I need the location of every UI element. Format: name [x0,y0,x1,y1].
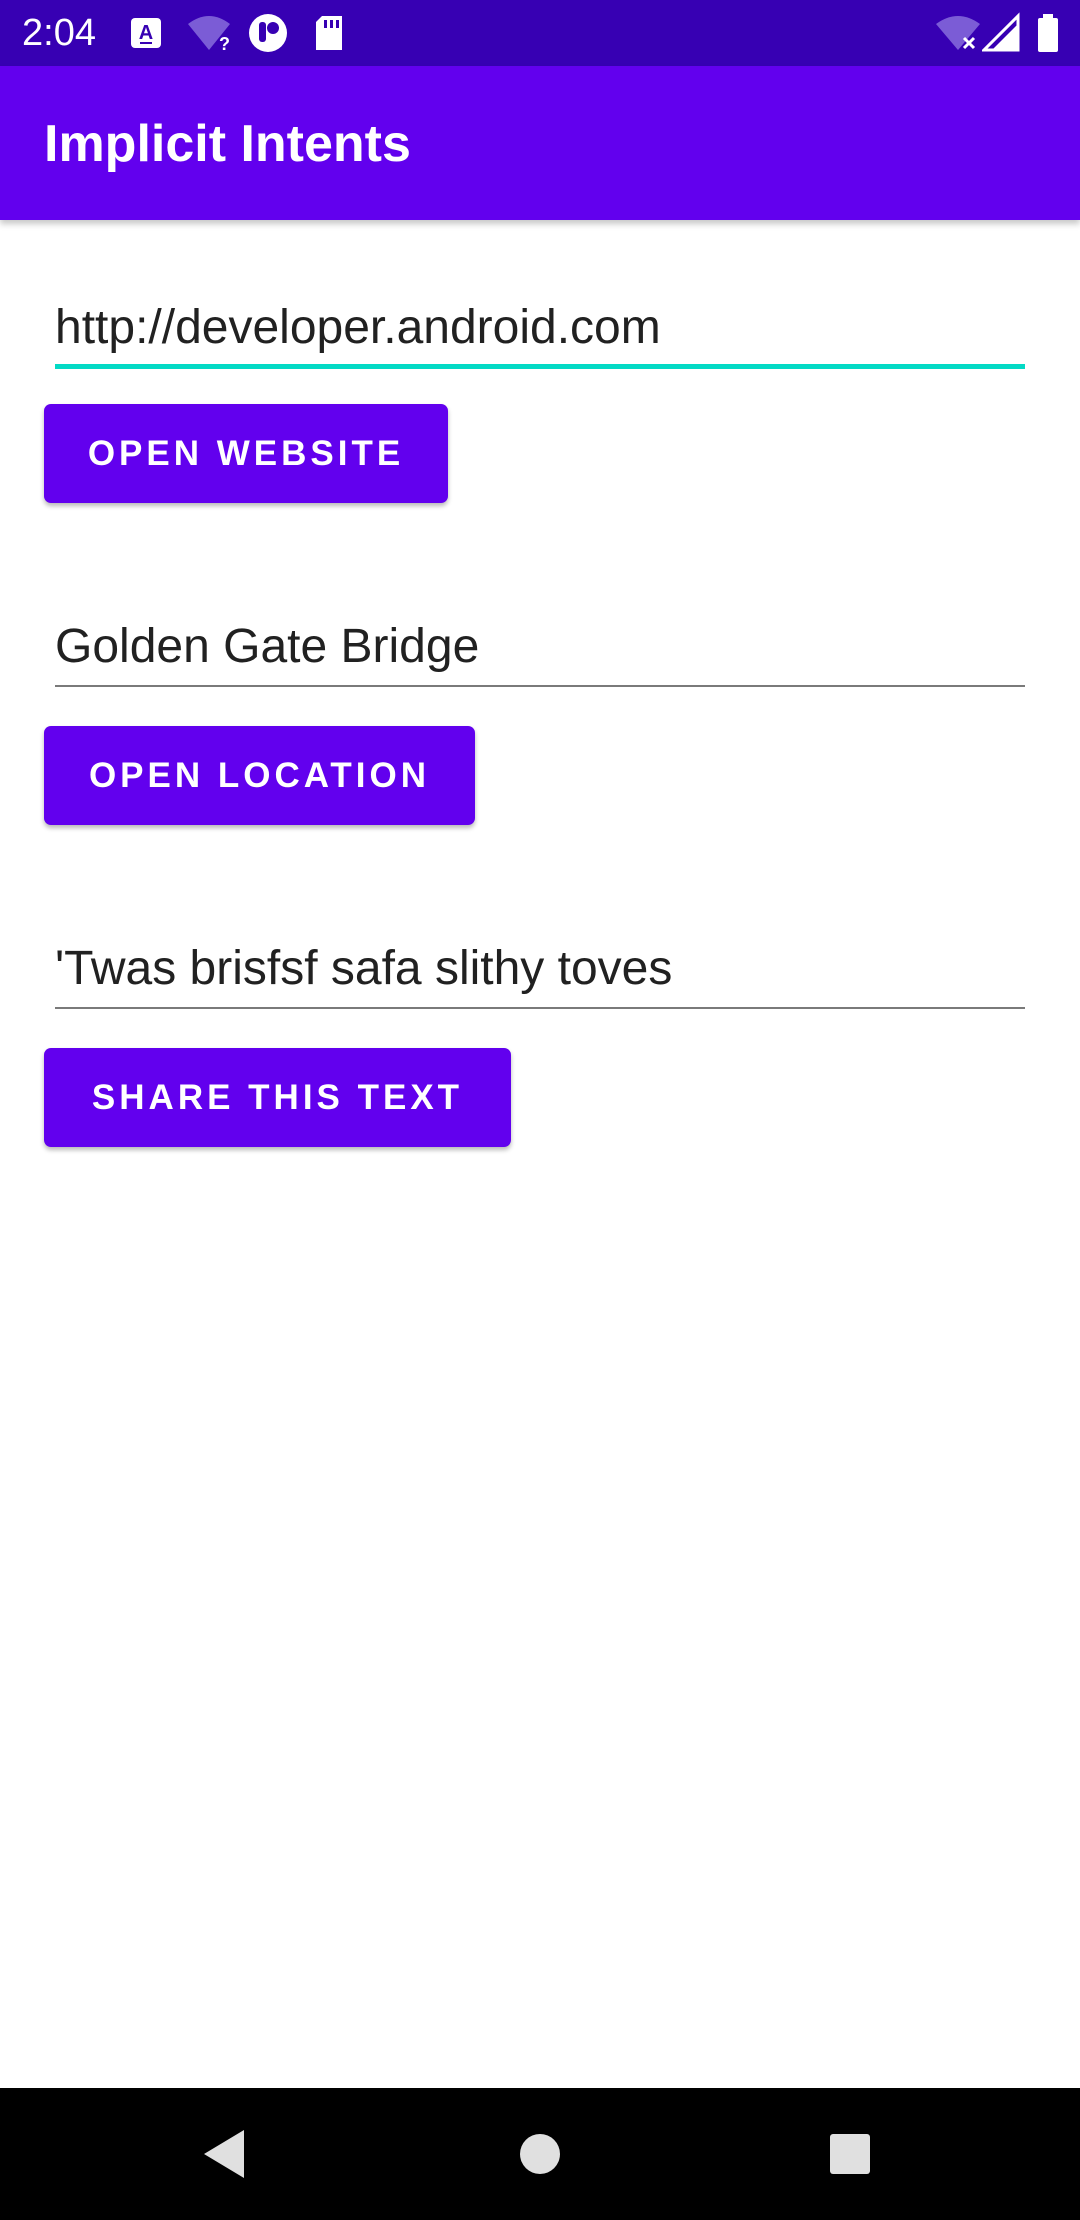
website-input-underline [55,364,1025,369]
share-text-button[interactable]: SHARE THIS TEXT [44,1048,511,1147]
wifi-question-icon: ? [188,16,230,54]
navigation-bar [0,2088,1080,2220]
svg-text:?: ? [219,34,230,54]
recents-icon[interactable] [814,2118,886,2190]
status-time: 2:04 [22,12,96,54]
wifi-off-icon [936,16,980,50]
back-icon[interactable] [190,2118,262,2190]
share-text: 'Twas brisfsf safa slithy toves [55,942,673,995]
location-input[interactable]: Golden Gate Bridge [55,617,1025,687]
location-text: Golden Gate Bridge [55,620,480,673]
website-url-text: http://developer.android.com [55,301,661,354]
sd-card-icon [316,16,342,50]
home-icon[interactable] [504,2118,576,2190]
share-input-underline [55,1007,1025,1009]
location-input-underline [55,685,1025,687]
battery-icon [1038,14,1058,52]
app-title: Implicit Intents [44,115,411,173]
app-bar: Implicit Intents [0,66,1080,220]
notification-app-icon [249,14,287,52]
status-bar: 2:04 A ? [0,0,1080,66]
open-location-button[interactable]: OPEN LOCATION [44,726,475,825]
cell-signal-icon [982,12,1020,52]
svg-text:A: A [139,22,153,44]
open-website-button[interactable]: OPEN WEBSITE [44,404,448,503]
website-url-input[interactable]: http://developer.android.com [55,298,1025,369]
share-text-input[interactable]: 'Twas brisfsf safa slithy toves [55,939,1025,1009]
keyboard-icon: A [131,18,161,48]
